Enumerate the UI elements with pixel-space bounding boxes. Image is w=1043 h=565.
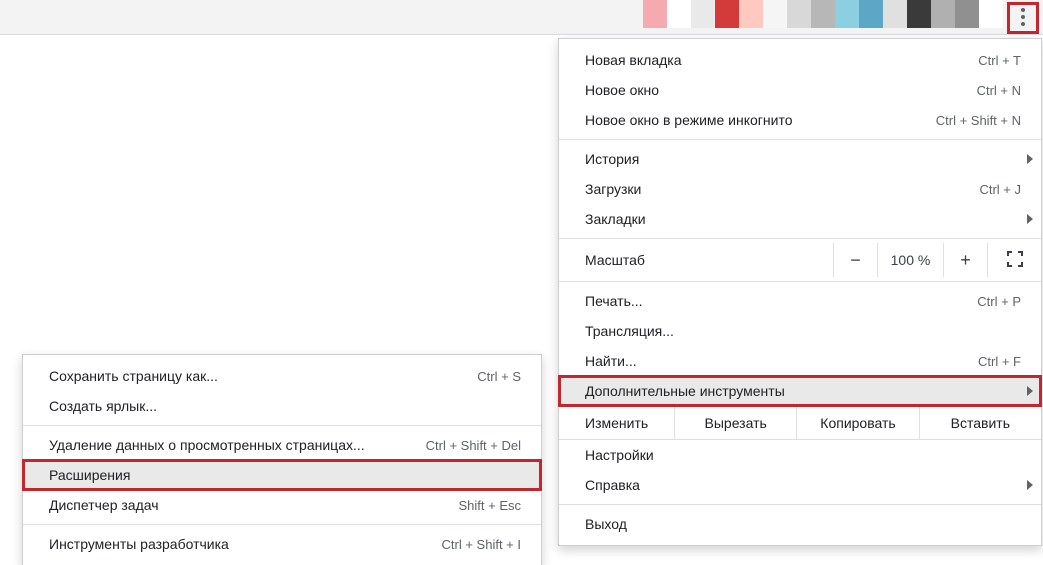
- more-button[interactable]: [1008, 3, 1038, 33]
- menu-shortcut: Ctrl + Shift + N: [936, 113, 1021, 128]
- menu-item-exit[interactable]: Выход: [559, 509, 1041, 539]
- menu-label: Трансляция...: [585, 323, 1021, 339]
- menu-label: Справка: [585, 477, 1021, 493]
- theme-swatch[interactable]: [691, 0, 715, 28]
- menu-item-history[interactable]: История: [559, 144, 1041, 174]
- theme-swatch[interactable]: [643, 0, 667, 28]
- chevron-right-icon: [1027, 154, 1033, 164]
- menu-label: Новое окно: [585, 82, 953, 98]
- theme-swatch[interactable]: [859, 0, 883, 28]
- submenu-item-clear-data[interactable]: Удаление данных о просмотренных страница…: [23, 430, 541, 460]
- theme-swatch[interactable]: [787, 0, 811, 28]
- menu-label: Загрузки: [585, 181, 955, 197]
- menu-label: Выход: [585, 516, 1021, 532]
- theme-swatch[interactable]: [763, 0, 787, 28]
- menu-item-new-tab[interactable]: Новая вкладка Ctrl + T: [559, 45, 1041, 75]
- separator: [559, 139, 1041, 140]
- menu-item-edit: Изменить Вырезать Копировать Вставить: [559, 406, 1041, 440]
- menu-item-new-window[interactable]: Новое окно Ctrl + N: [559, 75, 1041, 105]
- menu-label: Найти...: [585, 353, 954, 369]
- theme-swatch[interactable]: [931, 0, 955, 28]
- menu-label: Диспетчер задач: [49, 497, 435, 513]
- zoom-in-button[interactable]: +: [943, 243, 987, 277]
- chevron-right-icon: [1027, 480, 1033, 490]
- theme-swatch[interactable]: [907, 0, 931, 28]
- submenu-item-extensions[interactable]: Расширения: [23, 460, 541, 490]
- theme-swatch[interactable]: [883, 0, 907, 28]
- menu-item-find[interactable]: Найти... Ctrl + F: [559, 346, 1041, 376]
- menu-shortcut: Ctrl + Shift + Del: [426, 438, 521, 453]
- theme-swatch[interactable]: [811, 0, 835, 28]
- menu-label: Печать...: [585, 293, 953, 309]
- menu-item-bookmarks[interactable]: Закладки: [559, 204, 1041, 234]
- separator: [559, 281, 1041, 282]
- zoom-controls: − 100 % +: [833, 243, 1041, 277]
- menu-item-zoom: Масштаб − 100 % +: [559, 243, 1041, 277]
- menu-shortcut: Ctrl + F: [978, 354, 1021, 369]
- menu-item-print[interactable]: Печать... Ctrl + P: [559, 286, 1041, 316]
- menu-item-incognito[interactable]: Новое окно в режиме инкогнито Ctrl + Shi…: [559, 105, 1041, 135]
- edit-copy-button[interactable]: Копировать: [797, 407, 919, 439]
- theme-swatch[interactable]: [979, 0, 1003, 28]
- separator: [23, 524, 541, 525]
- theme-swatch[interactable]: [715, 0, 739, 28]
- menu-label: Настройки: [585, 447, 1021, 463]
- menu-label: Создать ярлык...: [49, 398, 521, 414]
- submenu-item-dev-tools[interactable]: Инструменты разработчика Ctrl + Shift + …: [23, 529, 541, 559]
- edit-cut-button[interactable]: Вырезать: [675, 407, 797, 439]
- menu-label: Расширения: [49, 467, 521, 483]
- edit-paste-button[interactable]: Вставить: [920, 407, 1041, 439]
- menu-label: Сохранить страницу как...: [49, 368, 453, 384]
- separator: [23, 425, 541, 426]
- menu-item-downloads[interactable]: Загрузки Ctrl + J: [559, 174, 1041, 204]
- chevron-right-icon: [1027, 214, 1033, 224]
- menu-label: Закладки: [585, 211, 1021, 227]
- menu-shortcut: Ctrl + Shift + I: [442, 537, 521, 552]
- menu-label: Новая вкладка: [585, 52, 954, 68]
- menu-item-settings[interactable]: Настройки: [559, 440, 1041, 470]
- submenu-item-save-page[interactable]: Сохранить страницу как... Ctrl + S: [23, 361, 541, 391]
- fullscreen-button[interactable]: [987, 243, 1041, 277]
- menu-shortcut: Ctrl + P: [977, 294, 1021, 309]
- theme-swatches: [643, 0, 1003, 28]
- theme-swatch[interactable]: [739, 0, 763, 28]
- zoom-label: Масштаб: [559, 252, 833, 268]
- separator: [559, 504, 1041, 505]
- menu-shortcut: Ctrl + T: [978, 53, 1021, 68]
- main-menu: Новая вкладка Ctrl + T Новое окно Ctrl +…: [558, 38, 1042, 546]
- edit-label: Изменить: [559, 407, 675, 439]
- separator: [559, 238, 1041, 239]
- menu-shortcut: Ctrl + J: [979, 182, 1021, 197]
- menu-label: Инструменты разработчика: [49, 536, 418, 552]
- theme-swatch[interactable]: [667, 0, 691, 28]
- menu-shortcut: Shift + Esc: [459, 498, 522, 513]
- menu-shortcut: Ctrl + N: [977, 83, 1021, 98]
- chevron-right-icon: [1027, 386, 1033, 396]
- menu-item-cast[interactable]: Трансляция...: [559, 316, 1041, 346]
- theme-swatch[interactable]: [835, 0, 859, 28]
- submenu-item-task-manager[interactable]: Диспетчер задач Shift + Esc: [23, 490, 541, 520]
- menu-label: Дополнительные инструменты: [585, 383, 1021, 399]
- theme-swatch[interactable]: [955, 0, 979, 28]
- menu-label: История: [585, 151, 1021, 167]
- menu-item-more-tools[interactable]: Дополнительные инструменты: [559, 376, 1041, 406]
- more-tools-submenu: Сохранить страницу как... Ctrl + S Созда…: [22, 354, 542, 565]
- fullscreen-icon: [1007, 251, 1023, 270]
- menu-label: Новое окно в режиме инкогнито: [585, 112, 912, 128]
- menu-item-help[interactable]: Справка: [559, 470, 1041, 500]
- zoom-out-button[interactable]: −: [833, 243, 877, 277]
- menu-label: Удаление данных о просмотренных страница…: [49, 437, 402, 453]
- browser-topbar: [0, 0, 1043, 35]
- menu-shortcut: Ctrl + S: [477, 369, 521, 384]
- zoom-value: 100 %: [877, 243, 943, 277]
- more-vertical-icon: [1021, 8, 1025, 29]
- submenu-item-create-shortcut[interactable]: Создать ярлык...: [23, 391, 541, 421]
